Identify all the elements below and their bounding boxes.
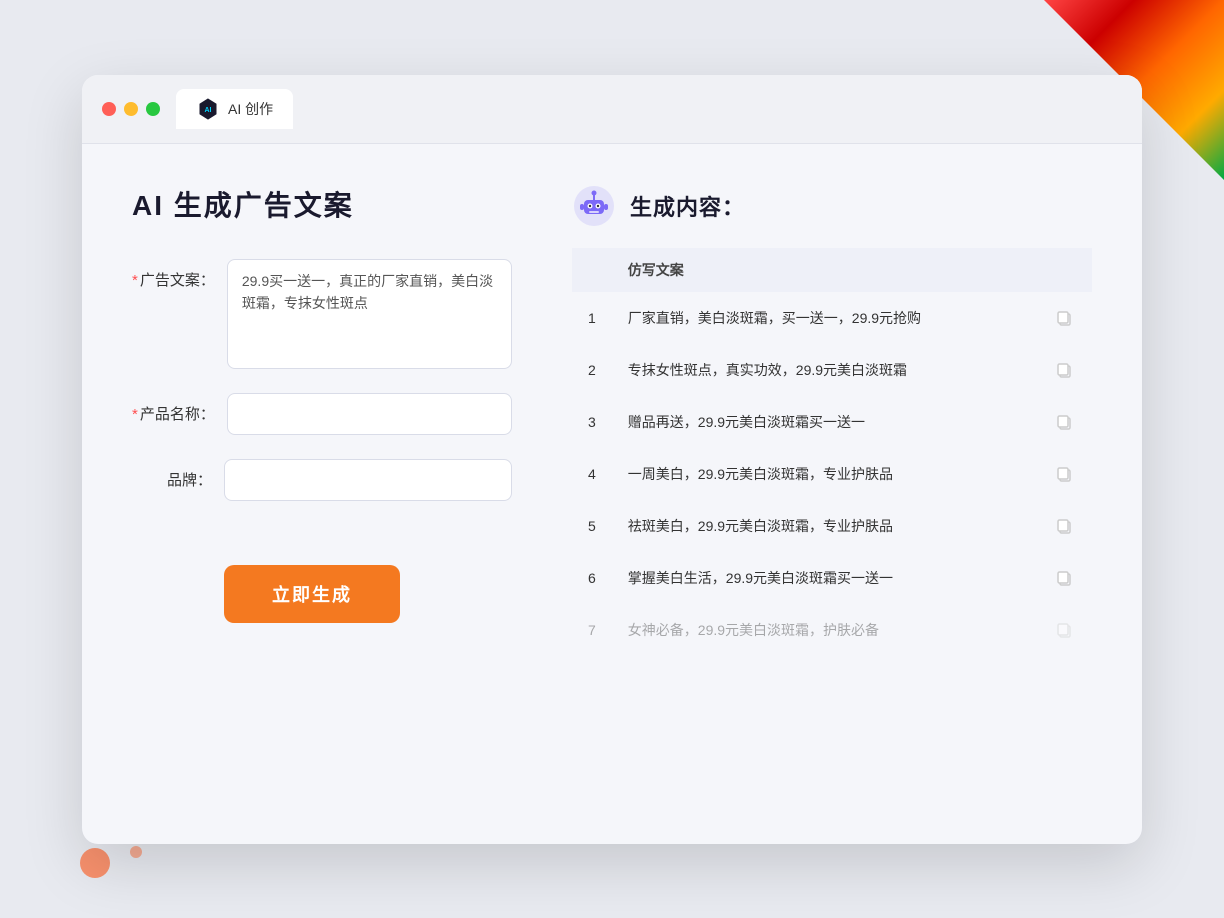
traffic-light-minimize[interactable]: [124, 102, 138, 116]
ad-copy-required: *: [132, 272, 138, 289]
browser-window: AI AI 创作 AI 生成广告文案 *广告文案： 29.9买一送一，真正的厂家…: [82, 75, 1142, 844]
tab-label: AI 创作: [228, 99, 273, 119]
copy-button[interactable]: [1052, 358, 1076, 382]
copy-button[interactable]: [1052, 618, 1076, 642]
row-text: 厂家直销，美白淡斑霜，买一送一，29.9元抢购: [612, 292, 1036, 344]
copy-button[interactable]: [1052, 306, 1076, 330]
product-name-input[interactable]: 美白淡斑霜: [227, 393, 512, 435]
copy-cell: [1036, 396, 1092, 448]
row-number: 1: [572, 292, 612, 344]
traffic-light-maximize[interactable]: [146, 102, 160, 116]
brand-input[interactable]: 好白: [224, 459, 512, 501]
product-name-required: *: [132, 406, 138, 423]
copy-button[interactable]: [1052, 410, 1076, 434]
row-number: 3: [572, 396, 612, 448]
ad-copy-label: *广告文案：: [132, 259, 215, 290]
row-text: 女神必备，29.9元美白淡斑霜，护肤必备: [612, 604, 1036, 656]
col-copy-header: [1036, 248, 1092, 292]
copy-cell: [1036, 448, 1092, 500]
row-number: 5: [572, 500, 612, 552]
right-panel: 生成内容： 仿写文案 1厂家直销，美白淡斑霜，买一送一，29.9元抢购2专抹女性…: [572, 184, 1092, 804]
row-text: 一周美白，29.9元美白淡斑霜，专业护肤品: [612, 448, 1036, 500]
traffic-light-close[interactable]: [102, 102, 116, 116]
svg-text:AI: AI: [205, 107, 212, 114]
copy-cell: [1036, 292, 1092, 344]
copy-button[interactable]: [1052, 462, 1076, 486]
table-row: 5祛斑美白，29.9元美白淡斑霜，专业护肤品: [572, 500, 1092, 552]
title-bar: AI AI 创作: [82, 75, 1142, 144]
bg-decoration-bottom-left2: [130, 846, 142, 858]
row-number: 7: [572, 604, 612, 656]
generate-button[interactable]: 立即生成: [224, 565, 400, 623]
col-num-header: [572, 248, 612, 292]
copy-cell: [1036, 344, 1092, 396]
product-name-label: *产品名称：: [132, 393, 215, 424]
copy-button[interactable]: [1052, 514, 1076, 538]
right-header: 生成内容：: [572, 184, 1092, 228]
ad-copy-input[interactable]: 29.9买一送一，真正的厂家直销，美白淡斑霜，专抹女性斑点: [227, 259, 512, 369]
row-number: 6: [572, 552, 612, 604]
ai-logo-icon: AI: [196, 97, 220, 121]
row-number: 2: [572, 344, 612, 396]
row-text: 赠品再送，29.9元美白淡斑霜买一送一: [612, 396, 1036, 448]
table-row: 3赠品再送，29.9元美白淡斑霜买一送一: [572, 396, 1092, 448]
copy-cell: [1036, 604, 1092, 656]
traffic-lights: [102, 102, 160, 116]
page-title: AI 生成广告文案: [132, 184, 512, 224]
robot-icon: [572, 184, 616, 228]
table-row: 2专抹女性斑点，真实功效，29.9元美白淡斑霜: [572, 344, 1092, 396]
row-text: 掌握美白生活，29.9元美白淡斑霜买一送一: [612, 552, 1036, 604]
copy-cell: [1036, 500, 1092, 552]
table-row: 7女神必备，29.9元美白淡斑霜，护肤必备: [572, 604, 1092, 656]
row-number: 4: [572, 448, 612, 500]
copy-button[interactable]: [1052, 566, 1076, 590]
left-panel: AI 生成广告文案 *广告文案： 29.9买一送一，真正的厂家直销，美白淡斑霜，…: [132, 184, 512, 804]
brand-group: 品牌： 好白: [132, 459, 512, 501]
ad-copy-group: *广告文案： 29.9买一送一，真正的厂家直销，美白淡斑霜，专抹女性斑点: [132, 259, 512, 369]
copy-cell: [1036, 552, 1092, 604]
table-row: 6掌握美白生活，29.9元美白淡斑霜买一送一: [572, 552, 1092, 604]
product-name-group: *产品名称： 美白淡斑霜: [132, 393, 512, 435]
right-panel-title: 生成内容：: [630, 190, 745, 222]
table-row: 1厂家直销，美白淡斑霜，买一送一，29.9元抢购: [572, 292, 1092, 344]
brand-label: 品牌：: [132, 459, 212, 490]
col-text-header: 仿写文案: [612, 248, 1036, 292]
row-text: 专抹女性斑点，真实功效，29.9元美白淡斑霜: [612, 344, 1036, 396]
results-table: 仿写文案 1厂家直销，美白淡斑霜，买一送一，29.9元抢购2专抹女性斑点，真实功…: [572, 248, 1092, 656]
bg-decoration-bottom-left: [80, 848, 110, 878]
row-text: 祛斑美白，29.9元美白淡斑霜，专业护肤品: [612, 500, 1036, 552]
table-row: 4一周美白，29.9元美白淡斑霜，专业护肤品: [572, 448, 1092, 500]
main-content: AI 生成广告文案 *广告文案： 29.9买一送一，真正的厂家直销，美白淡斑霜，…: [82, 144, 1142, 844]
browser-tab[interactable]: AI AI 创作: [176, 89, 293, 129]
